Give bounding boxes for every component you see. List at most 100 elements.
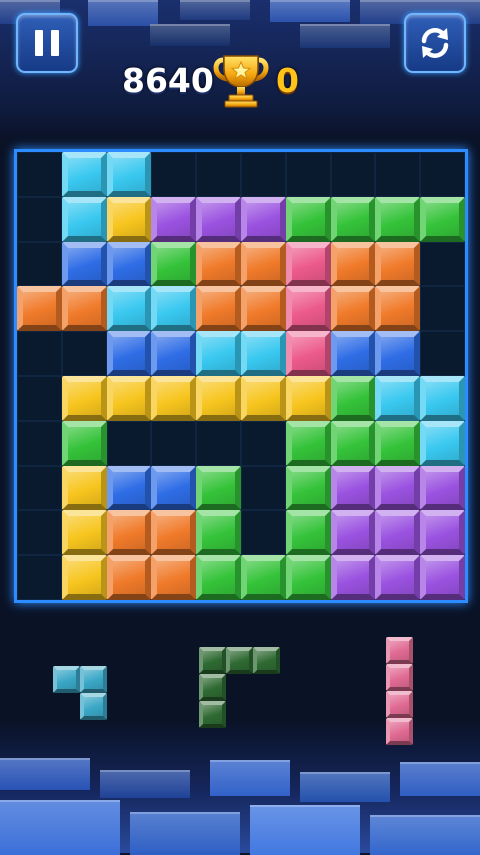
background-tile <box>180 0 250 20</box>
board-cell <box>241 465 286 511</box>
block-yellow <box>61 510 107 556</box>
block-purple <box>151 196 197 242</box>
block-yellow <box>196 376 241 421</box>
block-yellow <box>151 376 197 421</box>
board-cell <box>375 152 421 197</box>
tray-block <box>386 718 413 745</box>
block-yellow <box>106 196 152 242</box>
block-pink <box>285 241 331 287</box>
block-blue <box>151 331 197 376</box>
block-green <box>196 465 241 511</box>
piece-pink-line[interactable] <box>386 637 413 745</box>
tray-block <box>199 647 226 674</box>
block-purple <box>375 465 421 511</box>
board-cell <box>17 465 62 511</box>
block-green <box>285 555 331 600</box>
block-blue <box>375 331 421 376</box>
board-cell <box>17 376 62 421</box>
background-tile <box>0 758 90 790</box>
block-green <box>285 420 331 466</box>
block-pink <box>285 331 331 376</box>
background-tile <box>88 0 158 26</box>
block-orange <box>196 241 241 287</box>
game-board[interactable] <box>14 149 468 603</box>
board-cell <box>17 555 62 600</box>
block-blue <box>61 241 107 287</box>
restart-button[interactable] <box>404 13 466 73</box>
block-purple <box>375 555 421 600</box>
block-purple <box>330 510 376 556</box>
block-yellow <box>61 376 107 421</box>
block-purple <box>241 196 286 242</box>
block-cyan <box>196 331 241 376</box>
tray-block <box>53 666 80 693</box>
piece-green-l[interactable] <box>199 647 280 728</box>
background-tile <box>300 772 390 802</box>
board-cell <box>61 331 107 376</box>
tray-block <box>386 637 413 664</box>
block-orange <box>151 510 197 556</box>
block-green <box>330 376 376 421</box>
background-tile <box>150 24 230 46</box>
block-orange <box>241 286 286 332</box>
restart-icon <box>421 28 449 58</box>
tray-block <box>386 664 413 691</box>
board-cell <box>151 420 197 466</box>
board-cell <box>285 152 331 197</box>
board-cell <box>241 420 286 466</box>
board-cell <box>330 152 376 197</box>
block-purple <box>420 465 465 511</box>
block-green <box>61 420 107 466</box>
board-cell <box>420 286 465 332</box>
block-purple <box>420 555 465 600</box>
block-cyan <box>420 376 465 421</box>
tray-block <box>226 647 253 674</box>
block-cyan <box>61 196 107 242</box>
best-score-value: 0 <box>276 61 299 100</box>
board-cell <box>17 420 62 466</box>
background-tile <box>210 760 290 796</box>
board-cell <box>106 420 152 466</box>
pause-button[interactable] <box>16 13 78 73</box>
block-blue <box>106 465 152 511</box>
background-tile <box>300 24 390 48</box>
score-value: 8640 <box>122 61 214 100</box>
block-green <box>330 196 376 242</box>
block-yellow <box>241 376 286 421</box>
block-purple <box>330 465 376 511</box>
block-orange <box>375 241 421 287</box>
block-orange <box>17 286 62 332</box>
block-orange <box>375 286 421 332</box>
block-purple <box>196 196 241 242</box>
board-cell <box>17 152 62 197</box>
block-blue <box>106 331 152 376</box>
tray-block <box>199 701 226 728</box>
block-green <box>420 196 465 242</box>
background-tile <box>100 770 190 798</box>
board-cell <box>196 152 241 197</box>
piece-cyan-s[interactable] <box>53 666 107 720</box>
board-cell <box>420 241 465 287</box>
background-tile <box>400 762 480 796</box>
tray-block <box>386 691 413 718</box>
board-cell <box>420 152 465 197</box>
block-yellow <box>285 376 331 421</box>
block-yellow <box>61 555 107 600</box>
block-green <box>241 555 286 600</box>
block-orange <box>151 555 197 600</box>
block-orange <box>106 555 152 600</box>
pause-icon <box>31 30 63 56</box>
block-green <box>375 196 421 242</box>
block-orange <box>241 241 286 287</box>
block-blue <box>106 241 152 287</box>
block-pink <box>285 286 331 332</box>
block-cyan <box>420 420 465 466</box>
block-green <box>151 241 197 287</box>
block-yellow <box>61 465 107 511</box>
block-cyan <box>61 152 107 197</box>
tray-block <box>80 666 107 693</box>
tray-block <box>253 647 280 674</box>
board-cell <box>241 152 286 197</box>
board-cell <box>420 331 465 376</box>
block-green <box>285 465 331 511</box>
